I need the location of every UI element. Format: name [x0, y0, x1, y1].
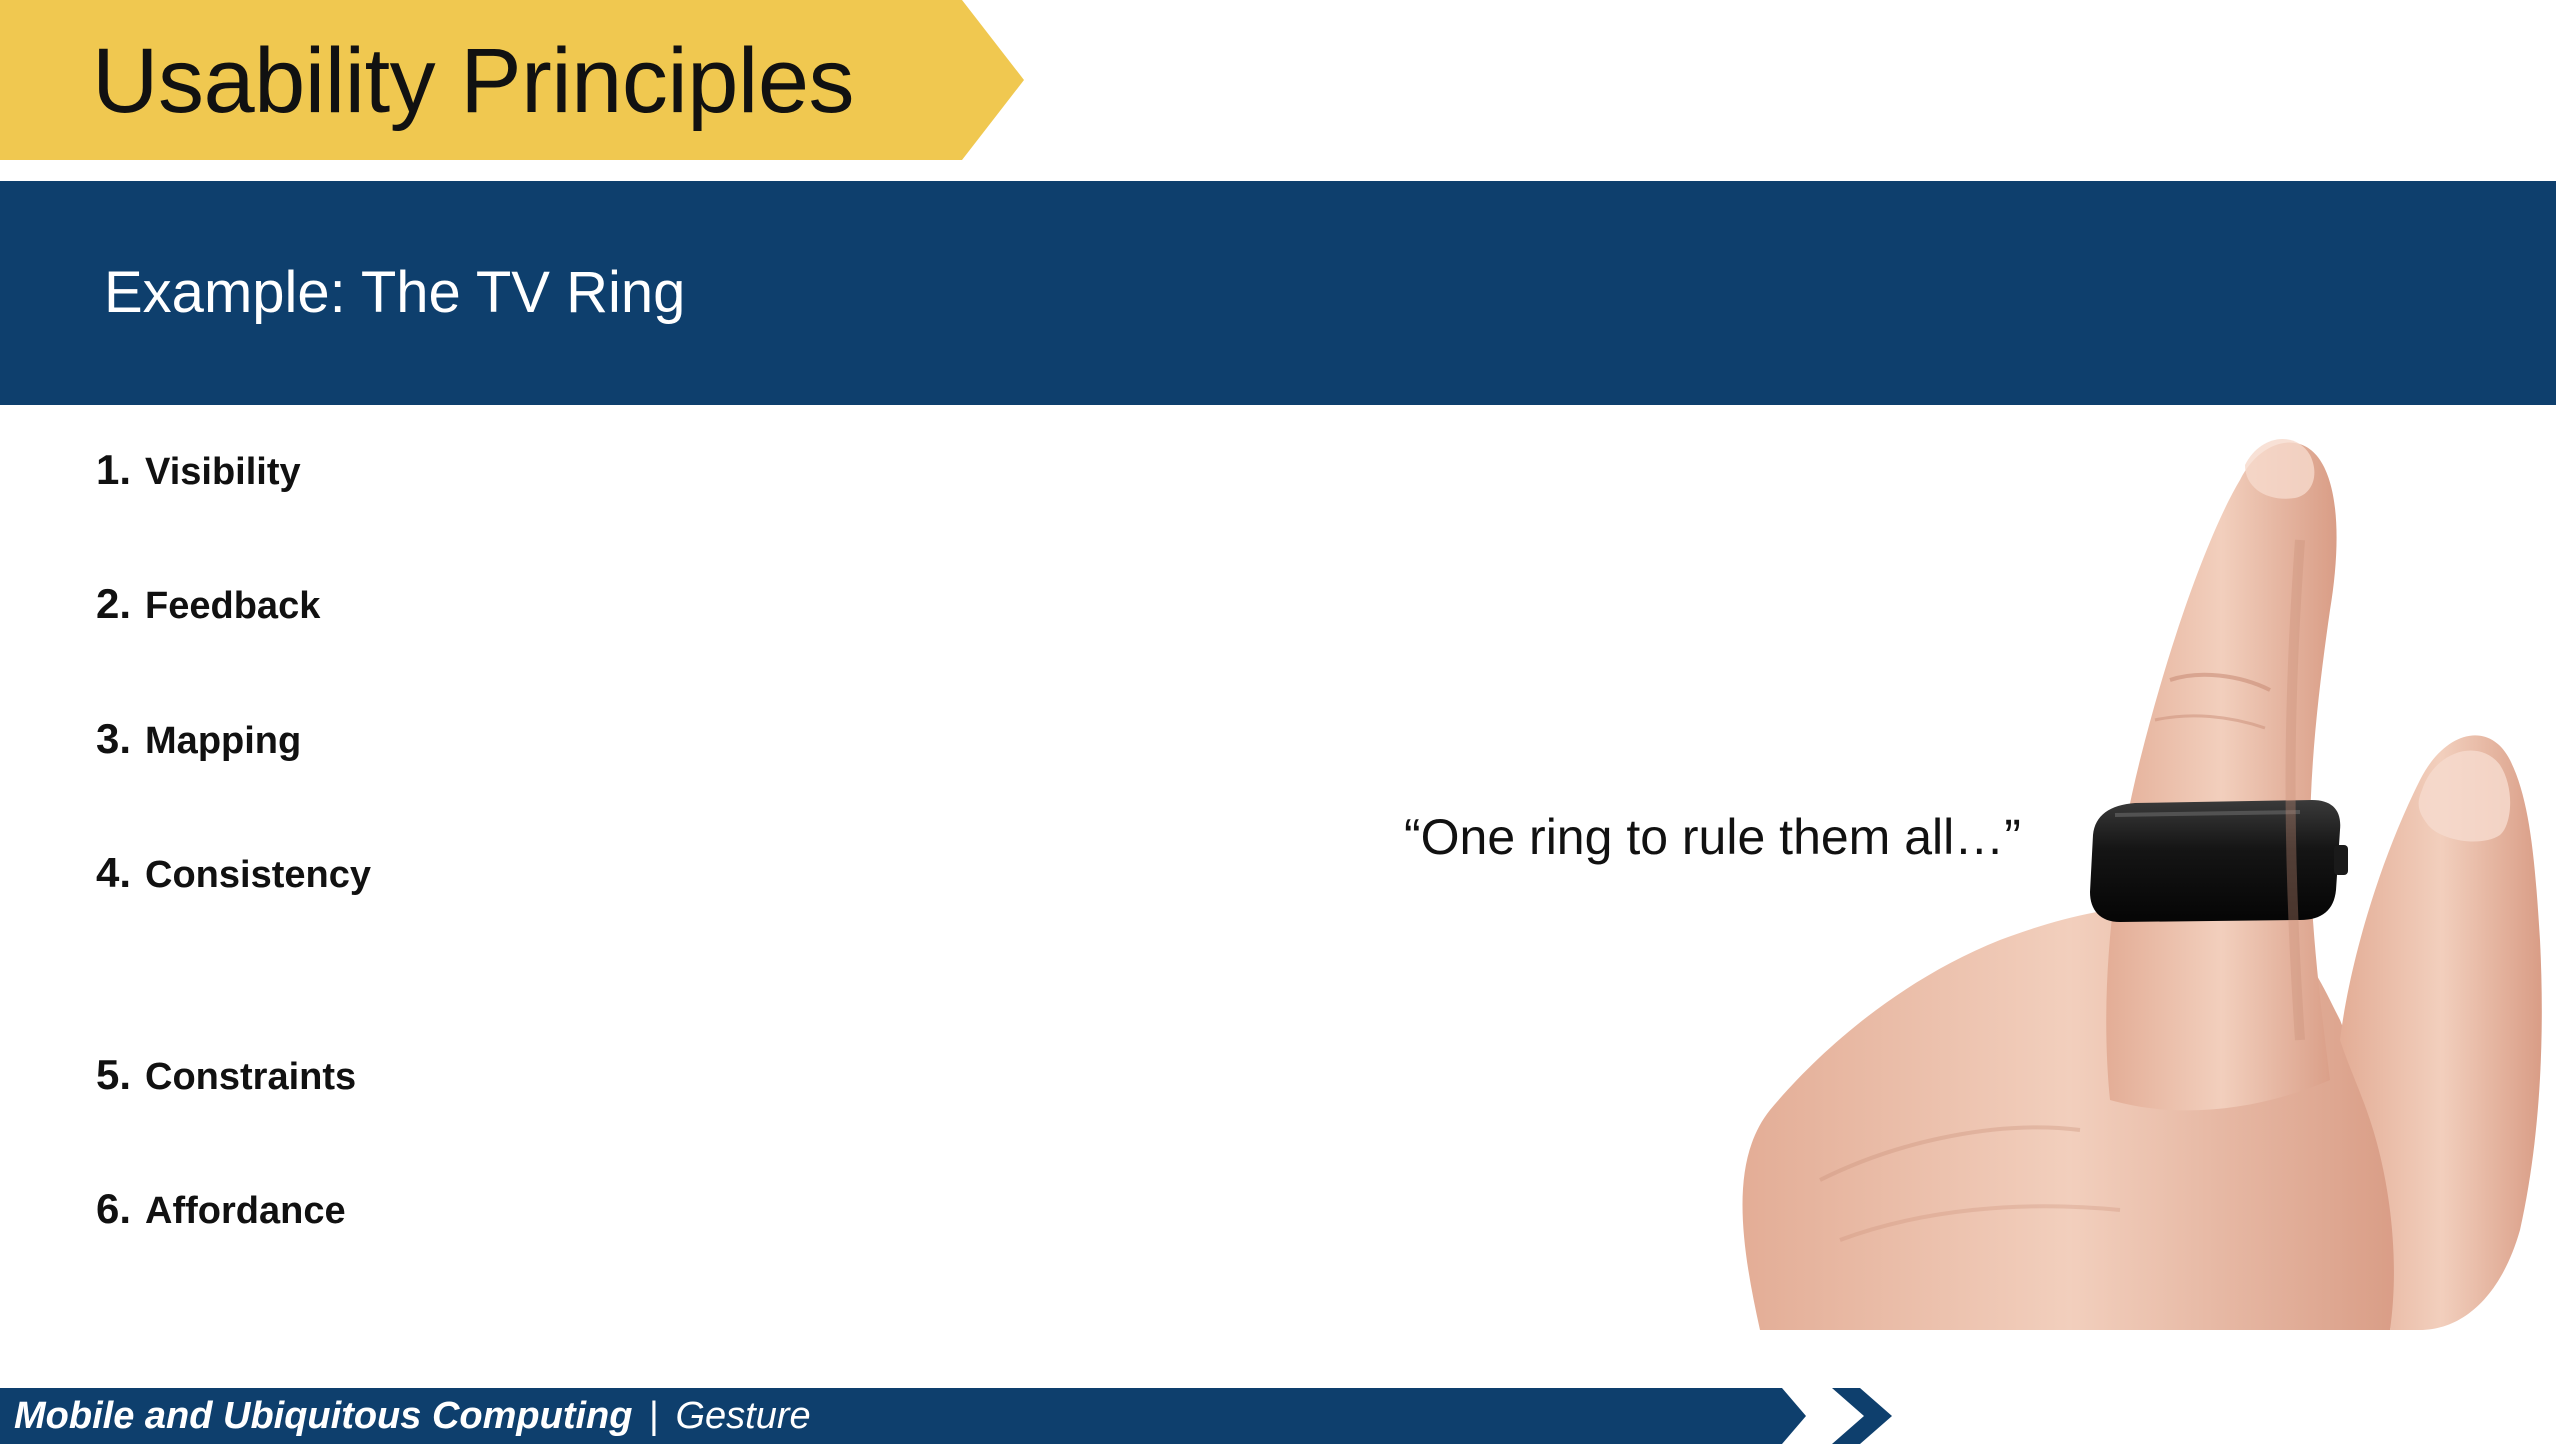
principle-number: 5. [96, 1051, 132, 1098]
subtitle-bar: Example: The TV Ring [0, 181, 2556, 405]
principle-number: 2. [96, 580, 132, 627]
principle-label: Mapping [145, 720, 302, 762]
principle-number: 1. [96, 446, 132, 493]
principle-label: Consistency [145, 854, 371, 896]
principle-number: 4. [96, 849, 132, 896]
footer-topic: Gesture [675, 1395, 811, 1437]
principle-label: Visibility [145, 451, 301, 493]
chevron-right-icon [1832, 1388, 1892, 1444]
principle-item: 1. Visibility [96, 440, 301, 500]
principle-item: 6. Affordance [96, 1179, 346, 1239]
title-banner: Usability Principles [0, 0, 1030, 160]
principle-number: 3. [96, 715, 132, 762]
hand-with-ring-image [1700, 420, 2556, 1350]
footer-bar: Mobile and Ubiquitous Computing | Gestur… [0, 1382, 1900, 1450]
principle-label: Feedback [145, 585, 321, 627]
footer-separator: | [649, 1395, 659, 1437]
principle-label: Constraints [145, 1056, 357, 1098]
footer-text: Mobile and Ubiquitous Computing | Gestur… [14, 1390, 811, 1442]
principle-item: 4. Consistency [96, 843, 371, 903]
principle-item: 3. Mapping [96, 709, 301, 769]
principle-number: 6. [96, 1185, 132, 1232]
footer-course-title: Mobile and Ubiquitous Computing [14, 1395, 633, 1437]
page-title: Usability Principles [92, 30, 855, 132]
principle-label: Affordance [145, 1190, 346, 1232]
principle-item: 5. Constraints [96, 1045, 356, 1105]
slide-subtitle: Example: The TV Ring [104, 260, 686, 325]
principle-item: 2. Feedback [96, 574, 320, 634]
